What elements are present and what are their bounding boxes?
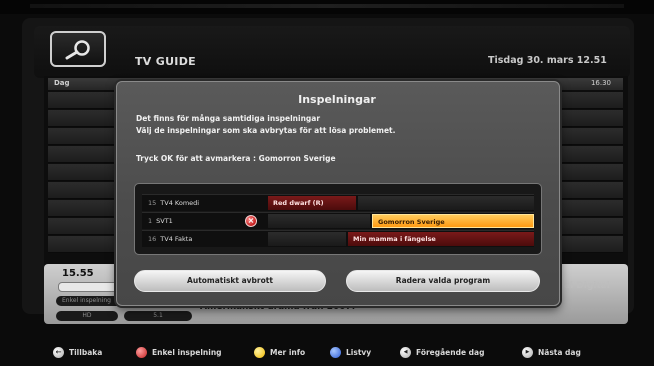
day-label: Dag bbox=[54, 79, 70, 87]
recording-row[interactable]: 15 TV4 Komedi Red dwarf (R) bbox=[142, 194, 534, 211]
page-title: TV GUIDE bbox=[135, 55, 196, 68]
program-block[interactable]: Red dwarf (R) bbox=[268, 196, 356, 210]
audio-badge: 5.1 bbox=[124, 311, 192, 321]
legend-previous-day-label: Föregående dag bbox=[416, 347, 485, 357]
program-block-selected[interactable]: Gomorron Sverige bbox=[372, 214, 534, 228]
legend-more-info-label: Mer info bbox=[270, 347, 306, 357]
legend-list-view-label: Listvy bbox=[346, 347, 372, 357]
legend-record[interactable]: Enkel inspelning bbox=[136, 345, 222, 359]
time-label: 16.30 bbox=[590, 79, 611, 87]
header-bar bbox=[34, 26, 630, 78]
legend-back-label: Tillbaka bbox=[69, 347, 103, 357]
top-strip bbox=[0, 0, 654, 14]
recording-pill-label: Enkel inspelning bbox=[62, 297, 111, 304]
channel-name: SVT1 bbox=[156, 217, 173, 225]
dialog-message-line-2: Välj de inspelningar som ska avbrytas fö… bbox=[136, 126, 396, 135]
legend-record-label: Enkel inspelning bbox=[152, 347, 222, 357]
auto-cancel-button[interactable]: Automatiskt avbrott bbox=[134, 270, 326, 292]
channel-number: 1 bbox=[148, 217, 153, 225]
channel-name: TV4 Fakta bbox=[160, 235, 193, 243]
empty-block bbox=[268, 232, 346, 246]
empty-block bbox=[268, 214, 370, 228]
delete-selected-button[interactable]: Radera valda program bbox=[346, 270, 540, 292]
channel-label: 15 TV4 Komedi bbox=[142, 195, 266, 211]
recording-timeline: 15 TV4 Komedi Red dwarf (R) 1 SVT1 × Gomor… bbox=[134, 183, 542, 255]
brand-text: al Digital bbox=[564, 281, 610, 291]
cancel-x-icon[interactable]: × bbox=[245, 215, 257, 227]
back-arrow-icon bbox=[53, 346, 64, 358]
legend-previous-day[interactable]: Föregående dag bbox=[400, 345, 484, 359]
legend-back[interactable]: Tillbaka bbox=[53, 345, 102, 359]
program-time: 15.55 bbox=[62, 268, 94, 279]
legend-next-day-label: Nästa dag bbox=[538, 347, 581, 357]
legend-more-info[interactable]: Mer info bbox=[254, 345, 305, 359]
channel-label: 16 TV4 Fakta bbox=[142, 231, 266, 247]
blue-button-icon bbox=[330, 346, 341, 358]
dialog-instruction: Tryck OK för att avmarkera : Gomorron Sv… bbox=[136, 154, 336, 163]
red-button-icon bbox=[136, 346, 147, 358]
empty-block bbox=[358, 196, 534, 210]
legend-next-day[interactable]: Nästa dag bbox=[522, 345, 581, 359]
magnifier-icon bbox=[65, 40, 90, 60]
legend-list-view[interactable]: Listvy bbox=[330, 345, 371, 359]
channel-name: TV4 Komedi bbox=[160, 199, 200, 207]
dialog-title: Inspelningar bbox=[298, 93, 376, 106]
audio-badge-label: 5.1 bbox=[153, 312, 163, 319]
hd-badge: HD bbox=[56, 311, 118, 321]
channel-number: 15 bbox=[148, 199, 157, 207]
date-time: Tisdag 30. mars 12.51 bbox=[488, 55, 607, 66]
yellow-button-icon bbox=[254, 346, 265, 358]
hd-badge-label: HD bbox=[82, 312, 92, 319]
search-logo bbox=[50, 31, 106, 67]
recording-row[interactable]: 16 TV4 Fakta Min mamma i fängelse bbox=[142, 230, 534, 247]
channel-number: 16 bbox=[148, 235, 157, 243]
program-block[interactable]: Min mamma i fängelse bbox=[348, 232, 534, 246]
program-progress-bar bbox=[58, 282, 120, 292]
previous-day-icon bbox=[400, 346, 411, 358]
next-day-icon bbox=[522, 346, 533, 358]
dialog-message-line-1: Det finns för många samtidiga inspelning… bbox=[136, 114, 321, 123]
recording-row-selected[interactable]: 1 SVT1 × Gomorron Sverige bbox=[142, 212, 534, 229]
